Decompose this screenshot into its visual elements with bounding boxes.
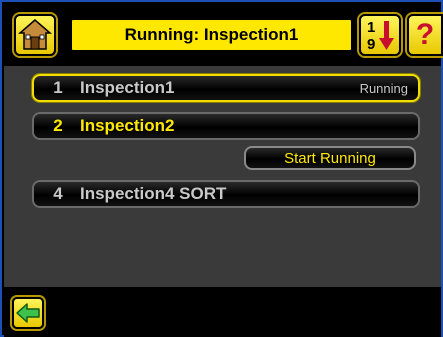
sort-digit-bottom: 9	[367, 36, 375, 53]
help-icon: ?	[415, 18, 435, 51]
list-item-name: Inspection1	[80, 78, 175, 97]
home-icon	[17, 19, 53, 50]
sort-1-9-icon: 1 9	[367, 19, 394, 53]
back-arrow-icon	[16, 303, 40, 323]
footer-bar	[4, 287, 441, 337]
list-item-name: Inspection4 SORT	[80, 184, 227, 203]
list-item-inspection1[interactable]: 1 Inspection1 Running	[32, 74, 420, 102]
start-running-button[interactable]: Start Running	[244, 146, 416, 170]
list-item-number: 4	[53, 184, 63, 203]
sort-digit-top: 1	[367, 19, 375, 36]
inspection-list-screen: Running: Inspection1 1 9 ? 1 Inspection1…	[0, 0, 443, 337]
list-item-status: Running	[359, 80, 408, 96]
home-button[interactable]	[14, 14, 56, 56]
list-item-number: 2	[53, 116, 63, 135]
sort-button[interactable]: 1 9	[359, 14, 401, 56]
inspection-list: 1 Inspection1 Running 2 Inspection2 Star…	[4, 66, 441, 287]
list-item-inspection2[interactable]: 2 Inspection2	[32, 112, 420, 140]
list-item-inspection4[interactable]: 4 Inspection4 SORT	[32, 180, 420, 208]
list-item-number: 1	[53, 78, 63, 97]
help-button[interactable]: ?	[407, 14, 443, 56]
header-bar: Running: Inspection1 1 9 ?	[4, 4, 443, 66]
back-button[interactable]	[12, 297, 44, 329]
page-title: Running: Inspection1	[70, 18, 353, 52]
list-item-name: Inspection2	[80, 116, 175, 135]
